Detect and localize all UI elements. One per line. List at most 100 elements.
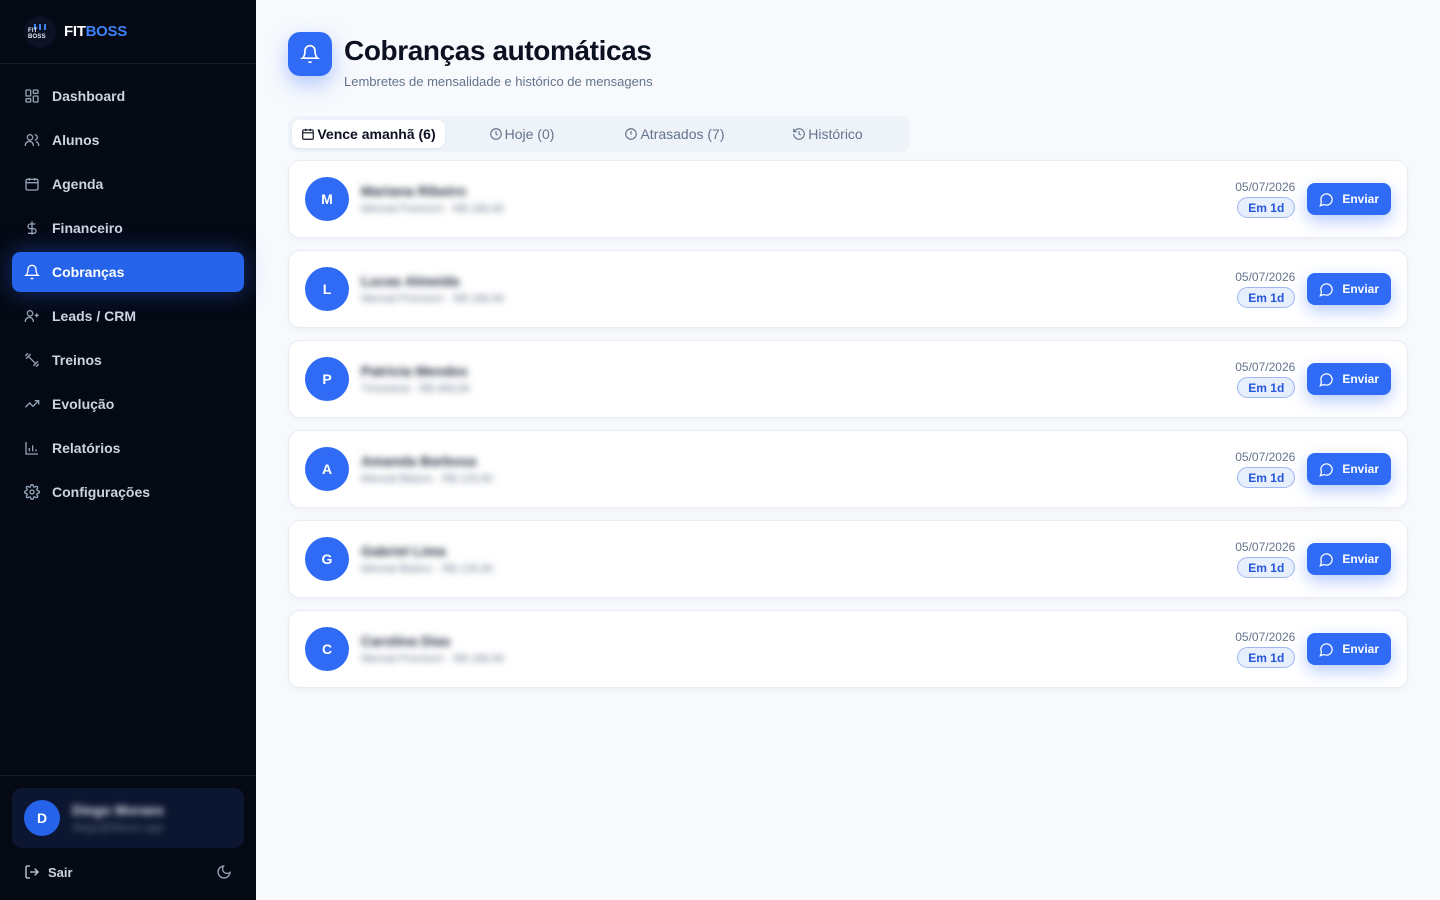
due-date: 05/07/2026 <box>1235 270 1296 284</box>
sidebar-item-label: Configurações <box>52 484 151 500</box>
row-actions: 05/07/2026 Em 1d Enviar <box>1235 630 1391 668</box>
header-text: Cobranças automáticas Lembretes de mensa… <box>344 34 653 89</box>
brand-fit: FIT <box>64 23 86 40</box>
calendar-icon <box>301 127 315 141</box>
student-name: Patricia Mendes <box>361 363 468 379</box>
calendar-icon <box>24 176 40 192</box>
sidebar-item-financeiro[interactable]: Financeiro <box>12 208 244 248</box>
sidebar-item-leads-crm[interactable]: Leads / CRM <box>12 296 244 336</box>
due-info: 05/07/2026 Em 1d <box>1235 630 1296 668</box>
send-label: Enviar <box>1342 462 1379 476</box>
row-info: Carolina Dias Mensal Premium · R$ 189,90 <box>361 633 504 665</box>
due-date: 05/07/2026 <box>1235 540 1296 554</box>
main-content: Cobranças automáticas Lembretes de mensa… <box>256 0 1440 900</box>
sidebar-item-configuracoes[interactable]: Configurações <box>12 472 244 512</box>
send-button[interactable]: Enviar <box>1307 453 1391 485</box>
brand[interactable]: FIT BOSS FITBOSS <box>0 0 256 64</box>
bell-icon <box>288 32 332 76</box>
message-circle-icon <box>1319 282 1334 297</box>
student-name: Lucas Almeida <box>361 273 460 289</box>
bar-chart-icon <box>24 440 40 456</box>
avatar: P <box>305 357 349 401</box>
list-item: L Lucas Almeida Mensal Premium · R$ 189,… <box>288 250 1408 328</box>
moon-icon[interactable] <box>216 864 232 880</box>
dumbbell-icon <box>24 352 40 368</box>
list-item: P Patricia Mendes Trimestral · R$ 499,90… <box>288 340 1408 418</box>
tab-list: Vence amanhã (6) Hoje (0) Atrasados (7) … <box>288 116 910 152</box>
plan-detail: Mensal Básico · R$ 129,90 <box>361 473 494 485</box>
send-label: Enviar <box>1342 372 1379 386</box>
row-actions: 05/07/2026 Em 1d Enviar <box>1235 360 1391 398</box>
logout-button[interactable]: Sair <box>24 864 73 880</box>
plan-detail: Mensal Premium · R$ 189,90 <box>361 653 505 665</box>
trending-up-icon <box>24 396 40 412</box>
list-item: G Gabriel Lima Mensal Básico · R$ 129,90… <box>288 520 1408 598</box>
student-name: Amanda Barbosa <box>361 453 477 469</box>
sidebar-item-relatorios[interactable]: Relatórios <box>12 428 244 468</box>
tab-label: Atrasados (7) <box>640 126 725 142</box>
sidebar-item-cobrancas[interactable]: Cobranças <box>12 252 244 292</box>
due-info: 05/07/2026 Em 1d <box>1235 540 1296 578</box>
sidebar-item-treinos[interactable]: Treinos <box>12 340 244 380</box>
avatar: M <box>305 177 349 221</box>
row-info: Gabriel Lima Mensal Básico · R$ 129,90 <box>361 543 493 575</box>
row-actions: 05/07/2026 Em 1d Enviar <box>1235 450 1391 488</box>
send-label: Enviar <box>1342 282 1379 296</box>
brand-name: FITBOSS <box>64 23 127 40</box>
user-info: Diego Moraes diego@fitboss.app <box>72 802 164 834</box>
page-header: Cobranças automáticas Lembretes de mensa… <box>288 32 653 89</box>
sidebar-item-agenda[interactable]: Agenda <box>12 164 244 204</box>
student-name: Carolina Dias <box>361 633 451 649</box>
sidebar: FIT BOSS FITBOSS Dashboard Alunos Agenda <box>0 0 256 900</box>
due-info: 05/07/2026 Em 1d <box>1235 450 1296 488</box>
send-button[interactable]: Enviar <box>1307 183 1391 215</box>
user-email: diego@fitboss.app <box>72 822 164 834</box>
logout-label: Sair <box>48 864 73 880</box>
due-date: 05/07/2026 <box>1235 630 1296 644</box>
send-label: Enviar <box>1342 192 1379 206</box>
send-button[interactable]: Enviar <box>1307 633 1391 665</box>
avatar: D <box>24 800 60 836</box>
user-name: Diego Moraes <box>72 802 164 818</box>
clock-icon <box>489 127 503 141</box>
plan-detail: Mensal Premium · R$ 189,90 <box>361 293 505 305</box>
tab-hoje[interactable]: Hoje (0) <box>445 120 598 148</box>
send-label: Enviar <box>1342 642 1379 656</box>
sidebar-item-alunos[interactable]: Alunos <box>12 120 244 160</box>
tab-label: Histórico <box>808 126 863 142</box>
history-icon <box>792 127 806 141</box>
sidebar-footer: D Diego Moraes diego@fitboss.app Sair <box>0 775 256 900</box>
page-title: Cobranças automáticas <box>344 35 652 66</box>
status-badge: Em 1d <box>1237 647 1296 668</box>
due-info: 05/07/2026 Em 1d <box>1235 180 1296 218</box>
page-subtitle: Lembretes de mensalidade e histórico de … <box>344 74 653 89</box>
sidebar-item-label: Relatórios <box>52 440 121 456</box>
sidebar-item-evolucao[interactable]: Evolução <box>12 384 244 424</box>
user-card[interactable]: D Diego Moraes diego@fitboss.app <box>12 788 244 848</box>
due-info: 05/07/2026 Em 1d <box>1235 360 1296 398</box>
sidebar-item-dashboard[interactable]: Dashboard <box>12 76 244 116</box>
sidebar-item-label: Cobranças <box>52 264 125 280</box>
dashboard-icon <box>24 88 40 104</box>
avatar: C <box>305 627 349 671</box>
avatar: G <box>305 537 349 581</box>
tab-vence-amanha[interactable]: Vence amanhã (6) <box>292 120 445 148</box>
tab-label: Hoje (0) <box>504 126 555 142</box>
sidebar-nav: Dashboard Alunos Agenda Financeiro Cobra… <box>0 64 256 528</box>
list-item: A Amanda Barbosa Mensal Básico · R$ 129,… <box>288 430 1408 508</box>
send-button[interactable]: Enviar <box>1307 543 1391 575</box>
bell-icon <box>24 264 40 280</box>
row-info: Lucas Almeida Mensal Premium · R$ 189,90 <box>361 273 504 305</box>
tab-atrasados[interactable]: Atrasados (7) <box>598 120 751 148</box>
status-badge: Em 1d <box>1237 197 1296 218</box>
student-name: Gabriel Lima <box>361 543 446 559</box>
logo-icon: FIT BOSS <box>24 15 56 48</box>
send-button[interactable]: Enviar <box>1307 273 1391 305</box>
message-circle-icon <box>1319 462 1334 477</box>
message-circle-icon <box>1319 642 1334 657</box>
alert-circle-icon <box>624 127 638 141</box>
tab-historico[interactable]: Histórico <box>751 120 904 148</box>
user-plus-icon <box>24 308 40 324</box>
send-button[interactable]: Enviar <box>1307 363 1391 395</box>
plan-detail: Mensal Premium · R$ 189,90 <box>361 203 505 215</box>
